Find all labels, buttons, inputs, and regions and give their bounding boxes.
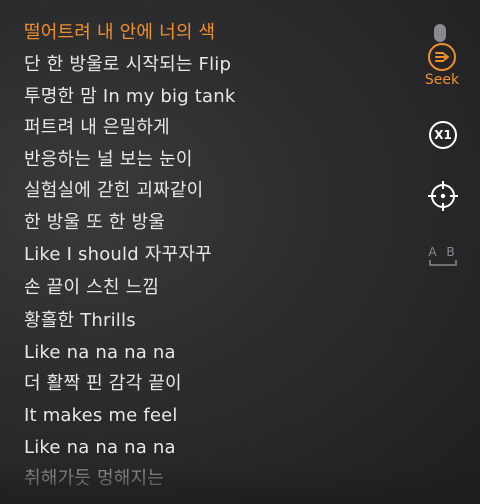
ab-repeat-button[interactable]: A B xyxy=(427,245,459,277)
lyric-line[interactable]: 황홀한 Thrills xyxy=(24,309,136,333)
control-rail: Seek X1 A B xyxy=(400,0,480,504)
lyric-line[interactable]: 실험실에 갇힌 괴짜같이 xyxy=(24,179,203,203)
slider-handle-icon[interactable] xyxy=(434,24,446,42)
lyric-line[interactable]: 반응하는 널 보는 눈이 xyxy=(24,148,193,172)
crosshair-button[interactable] xyxy=(427,180,459,212)
lyric-line[interactable]: 투명한 맘 In my big tank xyxy=(24,85,236,109)
seek-icon xyxy=(428,43,456,71)
seek-button[interactable]: Seek xyxy=(422,42,466,92)
lyric-line[interactable]: 취해가듯 멍해지는 xyxy=(24,467,164,491)
lyric-line[interactable]: It makes me feel xyxy=(24,404,178,428)
lyric-line[interactable]: 퍼트려 내 은밀하게 xyxy=(24,116,170,140)
lyric-line[interactable]: Like na na na na xyxy=(24,436,176,460)
lyric-line-active[interactable]: 떨어트려 내 안에 너의 색 xyxy=(24,21,215,45)
lyric-line[interactable]: 단 한 방울로 시작되는 Flip xyxy=(24,53,231,77)
lyric-line[interactable]: Like na na na na xyxy=(24,341,176,365)
seek-label: Seek xyxy=(424,72,460,88)
lyric-line[interactable]: 한 방울 또 한 방울 xyxy=(24,211,165,235)
playback-speed-button[interactable]: X1 xyxy=(427,119,459,151)
crosshair-icon xyxy=(428,181,458,211)
ab-repeat-icon xyxy=(429,260,457,266)
lyric-line[interactable]: 손 끝이 스친 느낌 xyxy=(24,276,159,300)
lyric-line[interactable]: 더 활짝 핀 감각 끝이 xyxy=(24,372,182,396)
lyric-line[interactable]: Like I should 자꾸자꾸 xyxy=(24,243,212,267)
speed-label: X1 xyxy=(434,128,452,142)
lyrics-panel: 떨어트려 내 안에 너의 색 단 한 방울로 시작되는 Flip 투명한 맘 I… xyxy=(0,0,400,504)
